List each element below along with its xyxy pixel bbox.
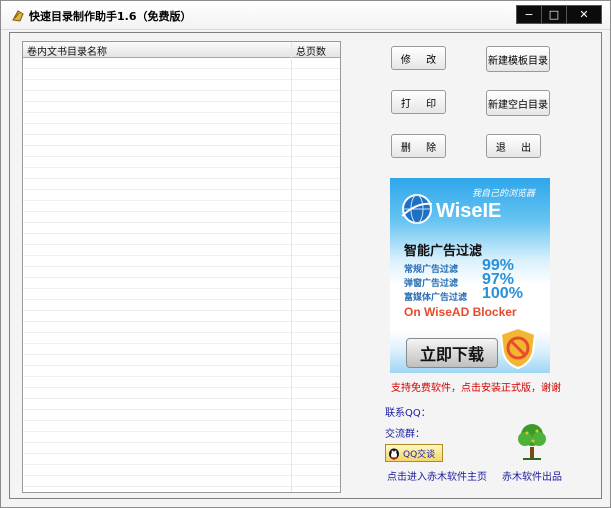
column-header-pages[interactable]: 总页数 [296,43,326,58]
ad-slogan: 我自己的浏览器 [472,189,536,199]
qq-chat-label: QQ交谈 [403,449,436,460]
main-panel: 卷内文书目录名称 总页数 修 改 新建模板目录 打 印 新建空白目录 删 除 退… [9,32,602,499]
qq-chat-button[interactable]: QQ交谈 [385,444,443,462]
print-button[interactable]: 打 印 [391,90,446,114]
shield-icon [499,326,537,370]
homepage-link[interactable]: 点击进入赤木软件主页 [387,468,487,483]
ad-stat-label: 常规广告过滤 [404,265,459,275]
close-button[interactable]: ✕ [566,5,602,24]
column-header-name[interactable]: 卷内文书目录名称 [27,43,107,58]
title-bar[interactable]: 快速目录制作助手1.6（免费版） − □ ✕ [1,1,610,30]
tree-icon [518,424,546,460]
directory-list[interactable]: 卷内文书目录名称 总页数 [22,41,341,493]
support-link[interactable]: 支持免费软件，点击安装正式版，谢谢 [391,379,561,394]
list-header: 卷内文书目录名称 总页数 [23,42,340,58]
maximize-button[interactable]: □ [541,5,567,24]
ad-brand: WiseIE [436,200,502,222]
delete-button[interactable]: 删 除 [391,134,446,158]
group-label: 交流群： [385,429,425,440]
ad-stat-value: 100% [482,285,523,302]
modify-button[interactable]: 修 改 [391,46,446,70]
ad-headline: 智能广告过滤 [404,244,483,259]
ad-blocker-text: On WiseAD Blocker [404,305,517,319]
exit-button[interactable]: 退 出 [486,134,541,158]
column-divider [291,42,292,492]
qq-penguin-icon [389,448,399,459]
list-rows[interactable] [23,58,340,492]
ad-stat-label: 富媒体广告过滤 [404,293,468,303]
ad-banner[interactable]: 我自己的浏览器 WiseIE 智能广告过滤 常规广告过滤 99% 弹窗广告过滤 … [390,178,550,373]
app-icon [12,10,24,22]
new-blank-button[interactable]: 新建空白目录 [486,90,550,116]
app-window: 快速目录制作助手1.6（免费版） − □ ✕ 卷内文书目录名称 总页数 修 改 … [0,0,611,508]
minimize-button[interactable]: − [516,5,542,24]
ad-stat-label: 弹窗广告过滤 [404,279,459,289]
window-title: 快速目录制作助手1.6（免费版） [29,10,192,23]
globe-icon [401,194,433,224]
download-button[interactable]: 立即下载 [406,338,498,368]
maker-label[interactable]: 赤木软件出品 [502,468,562,483]
new-template-button[interactable]: 新建模板目录 [486,46,550,72]
contact-qq-label: 联系QQ： [385,408,431,419]
